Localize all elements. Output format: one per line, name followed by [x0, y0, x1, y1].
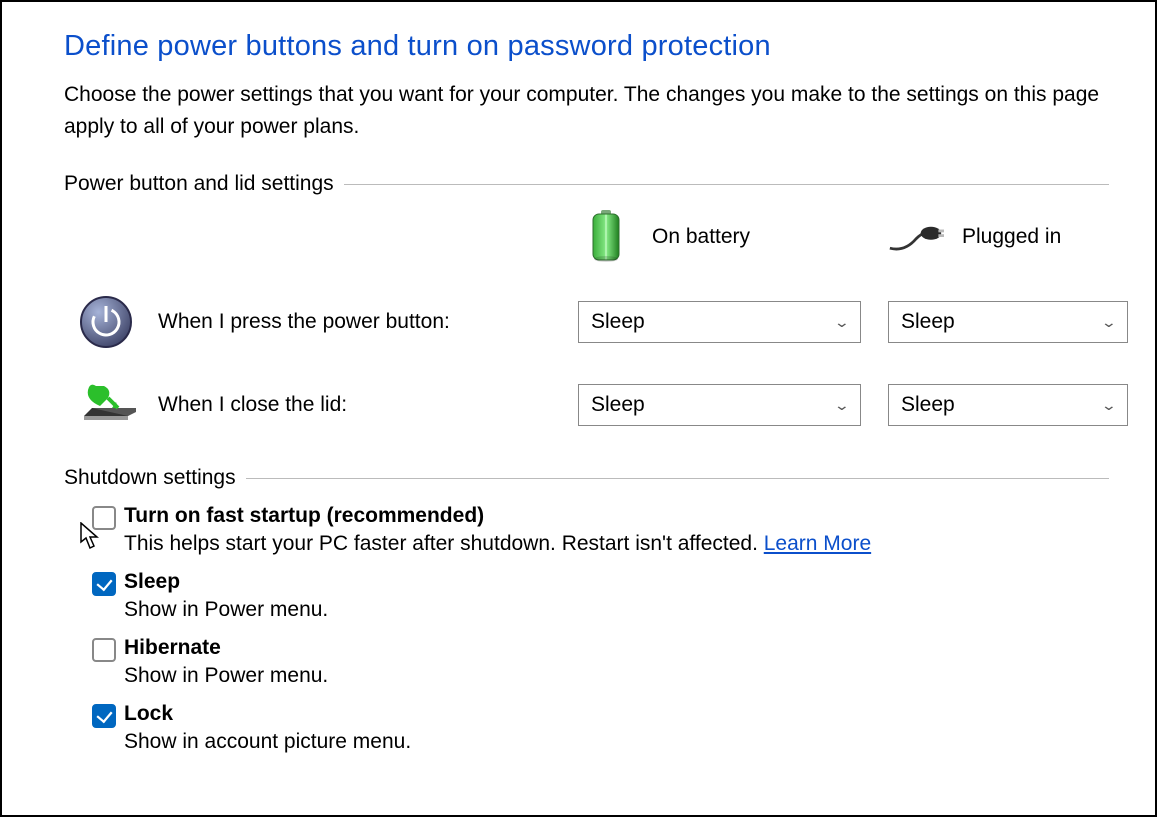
dropdown-value: Sleep [901, 310, 955, 334]
section-heading-shutdown: Shutdown settings [64, 466, 1109, 490]
checkbox-item-fast-startup: Turn on fast startup (recommended) This … [92, 504, 1109, 556]
column-header-plugged-label: Plugged in [962, 225, 1061, 249]
checkbox-desc-lock: Show in account picture menu. [124, 730, 411, 754]
divider [344, 184, 1109, 185]
row-label-power-button: When I press the power button: [158, 294, 578, 350]
checkbox-label-lock: Lock [124, 702, 411, 726]
page-title: Define power buttons and turn on passwor… [64, 30, 1109, 63]
checkbox-hibernate[interactable] [92, 638, 116, 662]
page-intro: Choose the power settings that you want … [64, 79, 1109, 142]
dropdown-value: Sleep [901, 393, 955, 417]
power-options-panel: Define power buttons and turn on passwor… [0, 0, 1157, 817]
chevron-down-icon: ⌄ [834, 397, 850, 414]
battery-icon [578, 210, 634, 264]
column-header-battery: On battery [578, 210, 888, 264]
plug-icon [888, 219, 944, 255]
dropdown-power-button-battery[interactable]: Sleep ⌄ [578, 301, 861, 343]
chevron-down-icon: ⌄ [834, 314, 850, 331]
section-heading-power-label: Power button and lid settings [64, 172, 344, 196]
checkbox-item-hibernate: Hibernate Show in Power menu. [92, 636, 1109, 688]
desc-text: This helps start your PC faster after sh… [124, 532, 764, 555]
power-grid: On battery Plugged in [78, 210, 1109, 430]
checkbox-label-fast-startup: Turn on fast startup (recommended) [124, 504, 871, 528]
dropdown-close-lid-battery[interactable]: Sleep ⌄ [578, 384, 861, 426]
checkbox-sleep[interactable] [92, 572, 116, 596]
chevron-down-icon: ⌄ [1101, 314, 1117, 331]
column-header-plugged: Plugged in [888, 210, 1128, 264]
checkbox-desc-sleep: Show in Power menu. [124, 598, 328, 622]
close-lid-icon [78, 380, 158, 430]
dropdown-power-button-plugged[interactable]: Sleep ⌄ [888, 301, 1128, 343]
checkbox-item-lock: Lock Show in account picture menu. [92, 702, 1109, 754]
cursor-icon [80, 522, 102, 550]
spacer [78, 210, 158, 264]
dropdown-value: Sleep [591, 393, 645, 417]
section-heading-power: Power button and lid settings [64, 172, 1109, 196]
checkbox-label-hibernate: Hibernate [124, 636, 328, 660]
checkbox-label-sleep: Sleep [124, 570, 328, 594]
column-header-battery-label: On battery [652, 225, 750, 249]
checkbox-item-sleep: Sleep Show in Power menu. [92, 570, 1109, 622]
dropdown-close-lid-plugged[interactable]: Sleep ⌄ [888, 384, 1128, 426]
dropdown-value: Sleep [591, 310, 645, 334]
section-heading-shutdown-label: Shutdown settings [64, 466, 246, 490]
checkbox-lock[interactable] [92, 704, 116, 728]
divider [246, 478, 1109, 479]
row-label-close-lid: When I close the lid: [158, 380, 578, 430]
power-button-icon [78, 294, 158, 350]
spacer [158, 210, 578, 264]
learn-more-link[interactable]: Learn More [764, 532, 871, 555]
checkbox-desc-hibernate: Show in Power menu. [124, 664, 328, 688]
chevron-down-icon: ⌄ [1101, 397, 1117, 414]
checkbox-desc-fast-startup: This helps start your PC faster after sh… [124, 532, 871, 556]
checkbox-fast-startup[interactable] [92, 506, 116, 530]
